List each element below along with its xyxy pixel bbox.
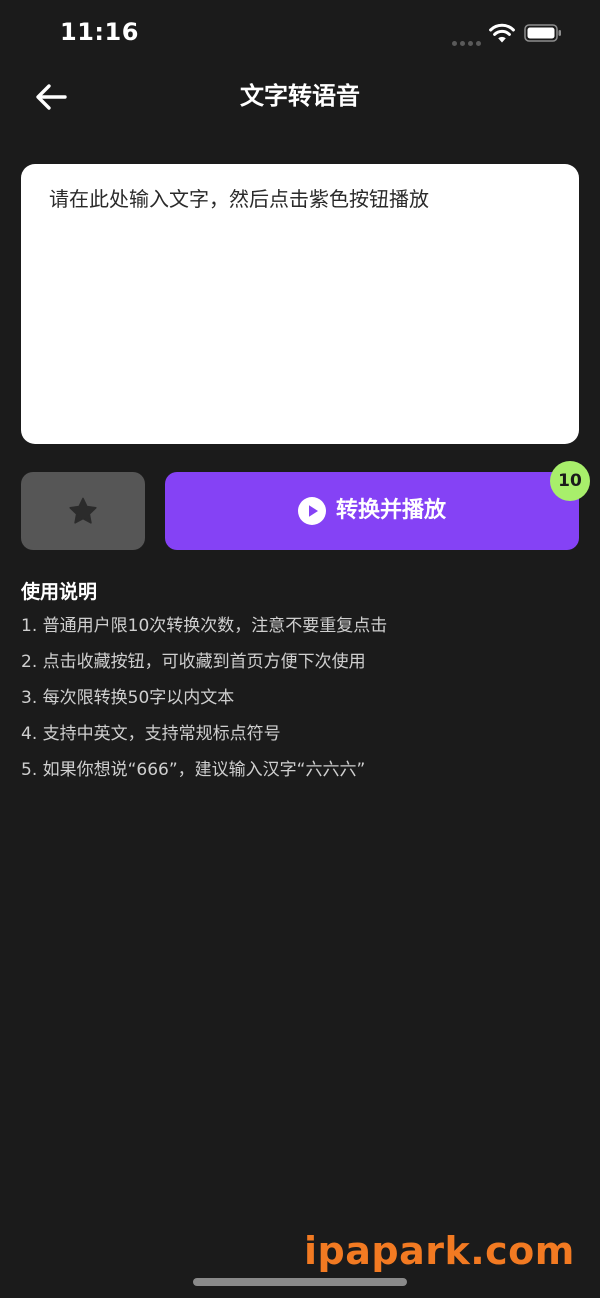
text-input-card [21,164,579,444]
play-button-label: 转换并播放 [335,498,446,523]
battery-icon [524,24,561,42]
instructions-section: 使用说明 1. 普通用户限10次转换次数，注意不要重复点击 2. 点击收藏按钮，… [21,578,581,794]
convert-and-play-button[interactable]: 转换并播放 [165,472,579,550]
instructions-title: 使用说明 [21,581,98,603]
instruction-item: 1. 普通用户限10次转换次数，注意不要重复点击 [21,616,388,636]
instruction-item: 2. 点击收藏按钮，可收藏到首页方便下次使用 [21,652,366,672]
text-to-speech-screen: 11:16 文字转语音 请在此处输入文字，然后点击紫色按钮播放 转换并播放 10… [0,0,600,1298]
instruction-item: 3. 每次限转换50字以内文本 [21,688,235,708]
text-input[interactable] [21,164,579,444]
status-time: 11:16 [60,18,139,46]
instruction-item: 5. 如果你想说“666”，建议输入汉字“六六六” [21,760,366,780]
instruction-item: 4. 支持中英文，支持常规标点符号 [21,724,281,744]
page-title: 文字转语音 [240,82,360,110]
instructions-list: 1. 普通用户限10次转换次数，注意不要重复点击 2. 点击收藏按钮，可收藏到首… [21,614,581,794]
favorite-button[interactable] [21,472,145,550]
wifi-icon [489,23,515,43]
status-bar: 11:16 [0,0,600,66]
play-circle-icon [297,497,326,525]
remaining-count-badge: 10 [550,461,590,501]
star-icon [69,497,97,524]
watermark: ipapark.com [304,1229,575,1273]
home-indicator[interactable] [193,1278,407,1286]
cellular-signal-icon [452,36,482,46]
